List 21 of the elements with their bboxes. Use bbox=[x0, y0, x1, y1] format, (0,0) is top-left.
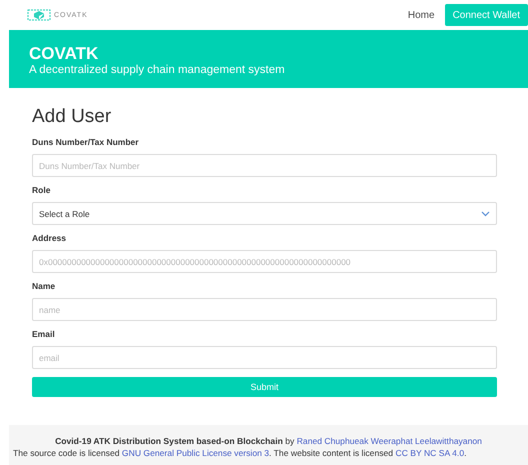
field-label: Name bbox=[32, 281, 56, 291]
input-field[interactable]: email bbox=[32, 346, 497, 369]
field-label: Duns Number/Tax Number bbox=[32, 137, 140, 147]
input-field[interactable]: 0x0000000000000000000000000000000000000000000000000000000000000000 bbox=[32, 250, 497, 273]
hero-subtitle: A decentralized supply chain management system bbox=[29, 63, 286, 77]
field-label: Email bbox=[32, 329, 56, 339]
license-text: The source code is licensed GNU General Public License version 3. The website content is licensed CC BY NC SA 4.0. bbox=[13, 448, 466, 458]
hero-title: COVATK bbox=[29, 44, 100, 63]
license-link[interactable]: GNU General Public License version 3 bbox=[122, 448, 270, 458]
footer-text: Covid-19 ATK Distribution System based-on Blockchain by Raned Chuphueak Weeraphat Leelawitthayanon bbox=[55, 436, 482, 446]
authors-link[interactable]: Raned Chuphueak Weeraphat Leelawitthayanon bbox=[296, 436, 482, 446]
field-label: Address bbox=[32, 233, 68, 243]
logo-icon bbox=[27, 8, 51, 22]
page-title: Add User bbox=[32, 106, 112, 128]
chevron-down-icon bbox=[481, 210, 490, 216]
role-select[interactable]: Select a Role bbox=[32, 202, 497, 225]
input-field[interactable]: Duns Number/Tax Number bbox=[32, 154, 497, 177]
license-link[interactable]: CC BY NC SA 4.0 bbox=[395, 448, 464, 458]
field-label: Role bbox=[32, 185, 52, 195]
nav-link[interactable]: Home bbox=[408, 10, 435, 20]
input-field[interactable]: name bbox=[32, 298, 497, 321]
